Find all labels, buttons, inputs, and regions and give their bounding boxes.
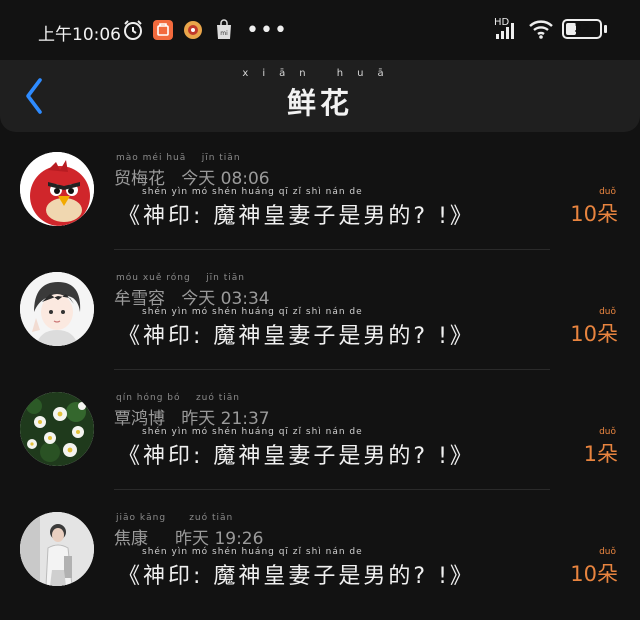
person-photo-avatar: [20, 512, 94, 586]
app-round-icon: [184, 21, 202, 39]
time-label: 21:37: [220, 409, 270, 429]
header: xiān huā 鲜花: [0, 60, 640, 132]
item-meta: 牟雪容 今天 03:34: [114, 284, 270, 309]
sender-name: 焦康: [114, 529, 148, 549]
status-time: 上午10:06: [38, 25, 121, 45]
day-label: 今天: [181, 289, 216, 309]
message-text: 《神印: 魔神皇妻子是男的? !》: [118, 204, 475, 229]
day-label: 今天: [181, 169, 216, 189]
list-item[interactable]: mào méi huā jīn tiān 贸梅花 今天 08:06 shén y…: [0, 140, 640, 260]
name-pinyin: qín hóng bó zuó tiān: [116, 393, 240, 403]
day-label: 昨天: [175, 529, 210, 549]
sender-name: 牟雪容: [114, 289, 165, 309]
flowers-avatar: [20, 392, 94, 466]
divider: [114, 489, 550, 490]
message-text: 《神印: 魔神皇妻子是男的? !》: [118, 324, 475, 349]
message-text: 《神印: 魔神皇妻子是男的? !》: [118, 564, 475, 589]
name-pinyin: móu xuě róng jīn tiān: [116, 273, 245, 283]
message-text: 《神印: 魔神皇妻子是男的? !》: [118, 444, 475, 469]
count-pinyin: duǒ: [599, 547, 616, 557]
count-pinyin: duǒ: [599, 187, 616, 197]
time-label: 19:26: [214, 529, 264, 549]
count-pinyin: duǒ: [599, 427, 616, 437]
status-bar: 上午10:06 mi ••• HD 32: [0, 0, 640, 60]
avatar[interactable]: [20, 392, 94, 466]
item-meta: 覃鸿博 昨天 21:37: [114, 404, 270, 429]
flower-count: 10朵: [570, 202, 618, 226]
divider: [114, 369, 550, 370]
message-pinyin: shén yìn mó shén huáng qī zǐ shì nán de: [142, 547, 363, 557]
list-item[interactable]: móu xuě róng jīn tiān 牟雪容 今天 03:34 shén …: [0, 260, 640, 380]
item-meta: 焦康 昨天 19:26: [114, 524, 263, 549]
flower-count: 1朵: [583, 442, 618, 466]
item-meta: 贸梅花 今天 08:06: [114, 164, 270, 189]
message-pinyin: shén yìn mó shén huáng qī zǐ shì nán de: [142, 427, 363, 437]
svg-text:mi: mi: [220, 30, 228, 37]
sender-name: 覃鸿博: [114, 409, 165, 429]
count-pinyin: duǒ: [599, 307, 616, 317]
avatar[interactable]: [20, 152, 94, 226]
page-title: 鲜花: [286, 86, 353, 120]
battery-tip: [604, 25, 607, 33]
flower-count: 10朵: [570, 322, 618, 346]
alarm-icon: [124, 20, 142, 40]
title-pinyin: xiān huā: [242, 68, 398, 79]
list-item[interactable]: jiāo kāng zuó tiān 焦康 昨天 19:26 shén yìn …: [0, 500, 640, 620]
name-pinyin: mào méi huā jīn tiān: [116, 153, 241, 163]
list-item[interactable]: qín hóng bó zuó tiān 覃鸿博 昨天 21:37 shén y…: [0, 380, 640, 500]
divider: [114, 249, 550, 250]
red-bird-avatar: [20, 152, 94, 226]
time-label: 03:34: [220, 289, 270, 309]
avatar[interactable]: [20, 512, 94, 586]
sender-name: 贸梅花: [114, 169, 165, 189]
day-label: 昨天: [181, 409, 216, 429]
battery-level: 32: [574, 22, 590, 35]
signal-icon: [496, 23, 514, 39]
message-pinyin: shén yìn mó shén huáng qī zǐ shì nán de: [142, 307, 363, 317]
time-label: 08:06: [220, 169, 270, 189]
name-pinyin: jiāo kāng zuó tiān: [116, 513, 234, 523]
wifi-icon: [529, 20, 553, 39]
app-orange-icon: [153, 20, 173, 40]
more-dots-icon: •••: [246, 18, 288, 43]
battery-icon: 32: [562, 19, 602, 39]
anime-boy-avatar: [20, 272, 94, 346]
flower-count: 10朵: [570, 562, 618, 586]
avatar[interactable]: [20, 272, 94, 346]
message-pinyin: shén yìn mó shén huáng qī zǐ shì nán de: [142, 187, 363, 197]
mi-store-icon: mi: [217, 19, 231, 39]
